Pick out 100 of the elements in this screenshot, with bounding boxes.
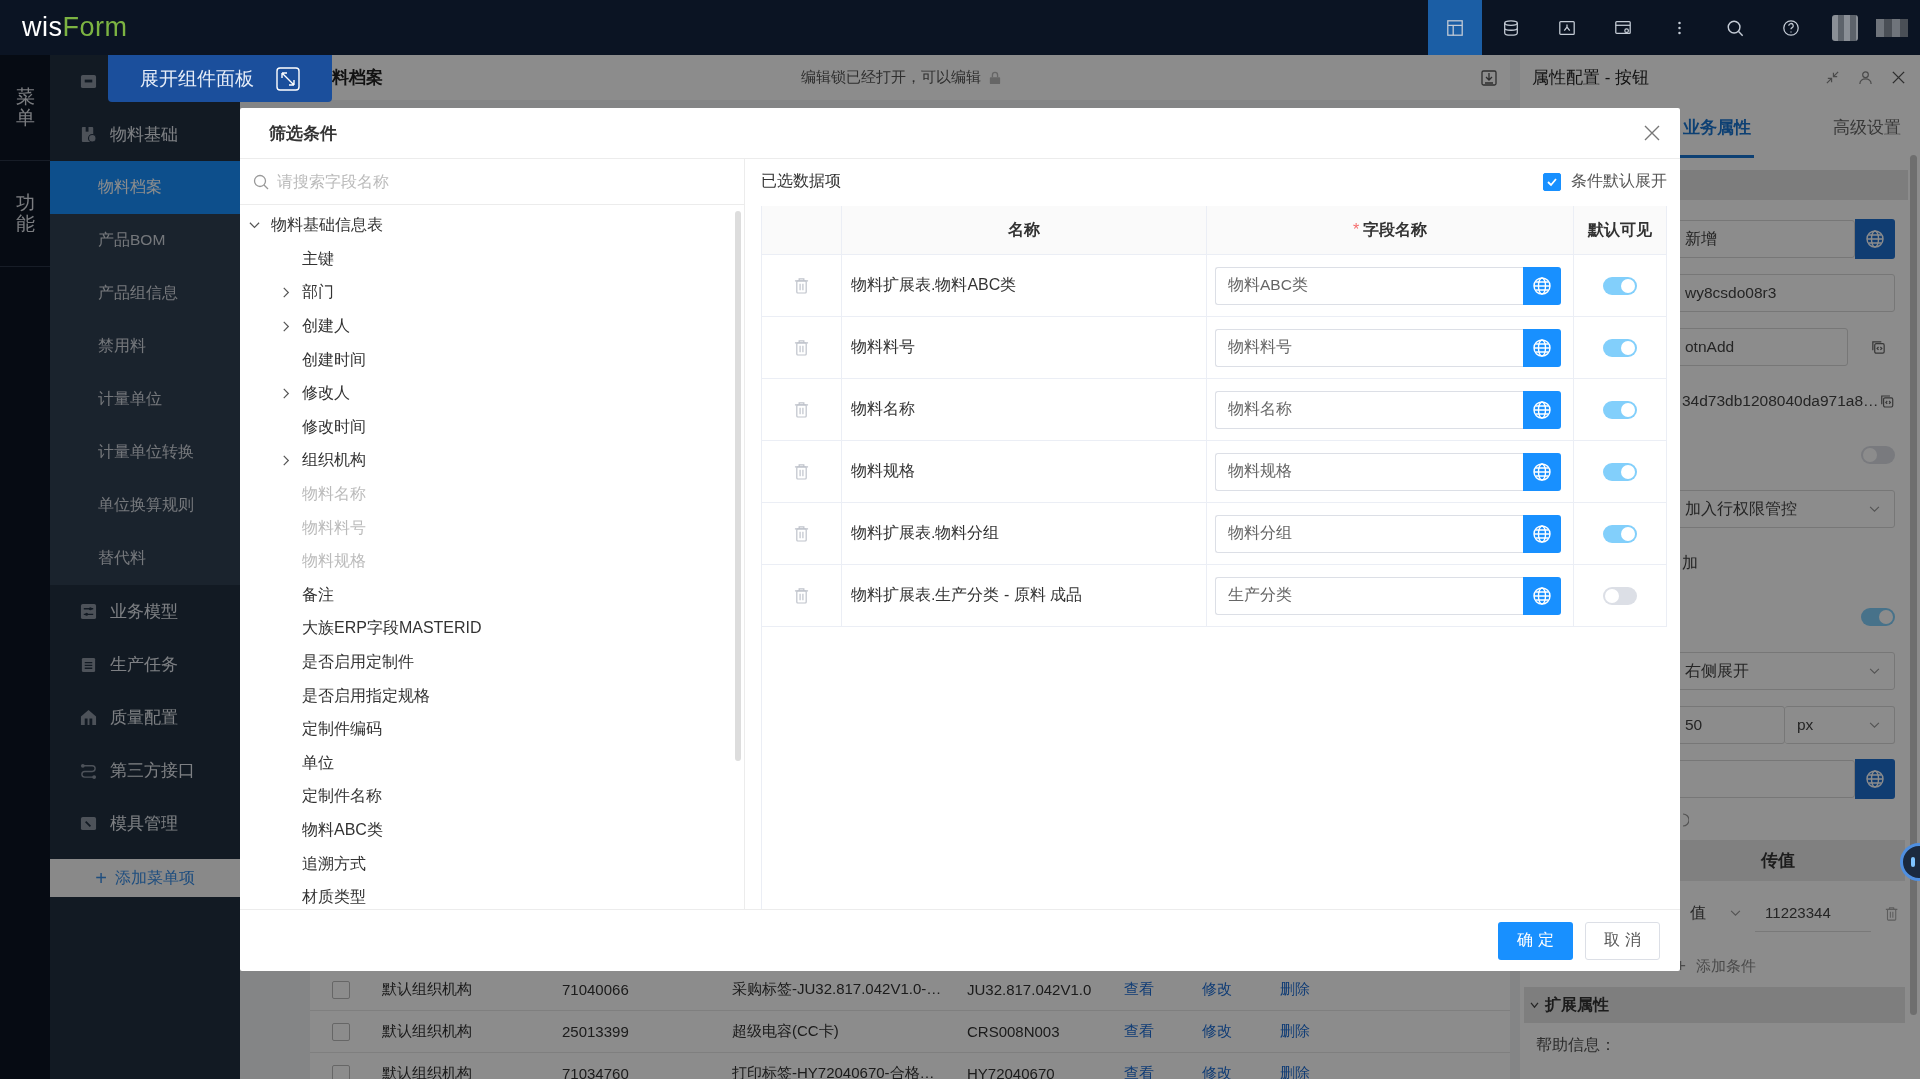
- tree-label[interactable]: 是否启用定制件: [302, 652, 414, 673]
- tab[interactable]: 高级设置: [1830, 100, 1904, 158]
- chevron-right-icon[interactable]: [281, 287, 292, 299]
- close-icon[interactable]: [1644, 125, 1660, 141]
- tree-label[interactable]: 是否启用指定规格: [302, 685, 430, 707]
- translate-button[interactable]: [1523, 452, 1561, 491]
- row-checkbox[interactable]: [332, 1022, 350, 1041]
- copy-icon[interactable]: [1870, 338, 1887, 356]
- trash-icon[interactable]: [794, 463, 809, 480]
- save-icon[interactable]: [1480, 68, 1498, 87]
- menu-item[interactable]: 禁用料: [50, 320, 240, 373]
- tree-label[interactable]: 创建时间: [302, 349, 366, 371]
- collapse-icon[interactable]: [1825, 70, 1840, 85]
- tree-label[interactable]: 创建人: [302, 316, 350, 338]
- translate-button[interactable]: [1855, 219, 1895, 259]
- tree-label: 物料料号: [302, 517, 366, 538]
- section-header[interactable]: 扩展属性: [1524, 987, 1905, 1023]
- menu-item[interactable]: 物料档案: [50, 161, 240, 214]
- translate-button[interactable]: [1523, 266, 1561, 305]
- add-menu-button[interactable]: + 添加菜单项: [50, 859, 240, 897]
- action-link[interactable]: 查看: [1124, 1022, 1154, 1039]
- chevron-right-icon[interactable]: [281, 455, 292, 467]
- tree-label[interactable]: 物料基础信息表: [271, 215, 383, 237]
- trash-icon[interactable]: [794, 339, 809, 356]
- rail-tab[interactable]: 功能: [15, 192, 35, 235]
- text-field[interactable]: 生产分类: [1215, 576, 1523, 615]
- tree-label[interactable]: 修改时间: [302, 416, 366, 438]
- text-field[interactable]: 物料料号: [1215, 328, 1523, 367]
- translate-button[interactable]: [1523, 514, 1561, 553]
- tree-label[interactable]: 定制件名称: [302, 786, 382, 808]
- translate-button[interactable]: [1523, 328, 1561, 367]
- chevron-down-icon: [1869, 505, 1880, 513]
- chevron-right-icon[interactable]: [281, 388, 292, 400]
- action-link[interactable]: 查看: [1124, 980, 1154, 997]
- tree-label[interactable]: 主键: [302, 248, 334, 270]
- tree-label[interactable]: 部门: [302, 282, 334, 304]
- menu-item[interactable]: 产品组信息: [50, 267, 240, 320]
- condition-select[interactable]: 值: [1690, 902, 1742, 924]
- row-checkbox[interactable]: [332, 980, 350, 999]
- menu-group[interactable]: 第三方接口: [50, 744, 240, 797]
- action-link[interactable]: 删除: [1280, 1022, 1310, 1039]
- scrollbar[interactable]: [735, 211, 741, 761]
- trash-icon[interactable]: [794, 587, 809, 604]
- tree-label[interactable]: 追溯方式: [302, 853, 366, 875]
- action-link[interactable]: 查看: [1124, 1064, 1154, 1079]
- tree-label[interactable]: 物料ABC类: [302, 820, 383, 841]
- dialog-title: 筛选条件: [269, 122, 337, 145]
- chevron-right-icon[interactable]: [281, 321, 292, 333]
- menu-group[interactable]: 物料基础: [50, 108, 240, 161]
- tree-label[interactable]: 修改人: [302, 383, 350, 405]
- menu-group[interactable]: 业务模型: [50, 585, 240, 638]
- tree-label[interactable]: 组织机构: [302, 450, 366, 472]
- tree-label[interactable]: 备注: [302, 584, 334, 606]
- rail-tab[interactable]: 菜单: [15, 86, 35, 129]
- menu-item[interactable]: 产品BOM: [50, 214, 240, 267]
- text-field[interactable]: 物料名称: [1215, 390, 1523, 429]
- menu-item[interactable]: 计量单位: [50, 373, 240, 426]
- tree-label[interactable]: 大族ERP字段MASTERID: [302, 618, 482, 640]
- translate-button[interactable]: [1523, 390, 1561, 429]
- scrollbar[interactable]: [1910, 155, 1917, 1015]
- trash-icon[interactable]: [794, 525, 809, 542]
- copy-icon[interactable]: [1878, 392, 1895, 410]
- action-link[interactable]: 删除: [1280, 980, 1310, 997]
- translate-button[interactable]: [1523, 576, 1561, 615]
- value-field[interactable]: 11223344: [1755, 894, 1871, 932]
- menu-group[interactable]: 质量配置: [50, 691, 240, 744]
- expand-default-checkbox[interactable]: 条件默认展开: [1543, 171, 1667, 192]
- toggle-switch[interactable]: [1603, 400, 1637, 419]
- translate-button[interactable]: [1855, 759, 1895, 799]
- toggle-switch[interactable]: [1603, 462, 1637, 481]
- action-link[interactable]: 修改: [1202, 980, 1232, 997]
- expand-panel-button[interactable]: 展开组件面板: [108, 55, 332, 102]
- menu-item[interactable]: 计量单位转换: [50, 426, 240, 479]
- text-field[interactable]: 物料分组: [1215, 514, 1523, 553]
- toggle-switch[interactable]: [1603, 586, 1637, 605]
- toggle-switch[interactable]: [1603, 276, 1637, 295]
- action-link[interactable]: 修改: [1202, 1022, 1232, 1039]
- toggle-switch[interactable]: [1603, 524, 1637, 543]
- menu-group[interactable]: 生产任务: [50, 638, 240, 691]
- text-field[interactable]: 物料ABC类: [1215, 266, 1523, 305]
- avatar-icon[interactable]: [1832, 14, 1858, 41]
- close-icon[interactable]: [1891, 70, 1906, 85]
- row-checkbox[interactable]: [332, 1064, 350, 1079]
- trash-icon[interactable]: [794, 401, 809, 418]
- unit-select[interactable]: px: [1785, 706, 1895, 744]
- toggle-switch[interactable]: [1603, 338, 1637, 357]
- trash-icon[interactable]: [794, 277, 809, 294]
- confirm-button[interactable]: 确 定: [1498, 921, 1573, 960]
- tree-label[interactable]: 单位: [302, 752, 334, 774]
- trash-icon[interactable]: [1884, 904, 1898, 922]
- menu-item[interactable]: 替代料: [50, 532, 240, 585]
- layout-icon[interactable]: [1428, 0, 1482, 55]
- user-icon[interactable]: [1858, 70, 1873, 85]
- menu-group[interactable]: 模具管理: [50, 797, 240, 850]
- toggle-switch[interactable]: [1861, 608, 1895, 626]
- tree-label[interactable]: 材质类型: [302, 887, 366, 909]
- text-field[interactable]: 物料规格: [1215, 452, 1523, 491]
- tree-label[interactable]: 定制件编码: [302, 719, 382, 741]
- menu-item[interactable]: 单位换算规则: [50, 479, 240, 532]
- cancel-button[interactable]: 取 消: [1585, 921, 1660, 960]
